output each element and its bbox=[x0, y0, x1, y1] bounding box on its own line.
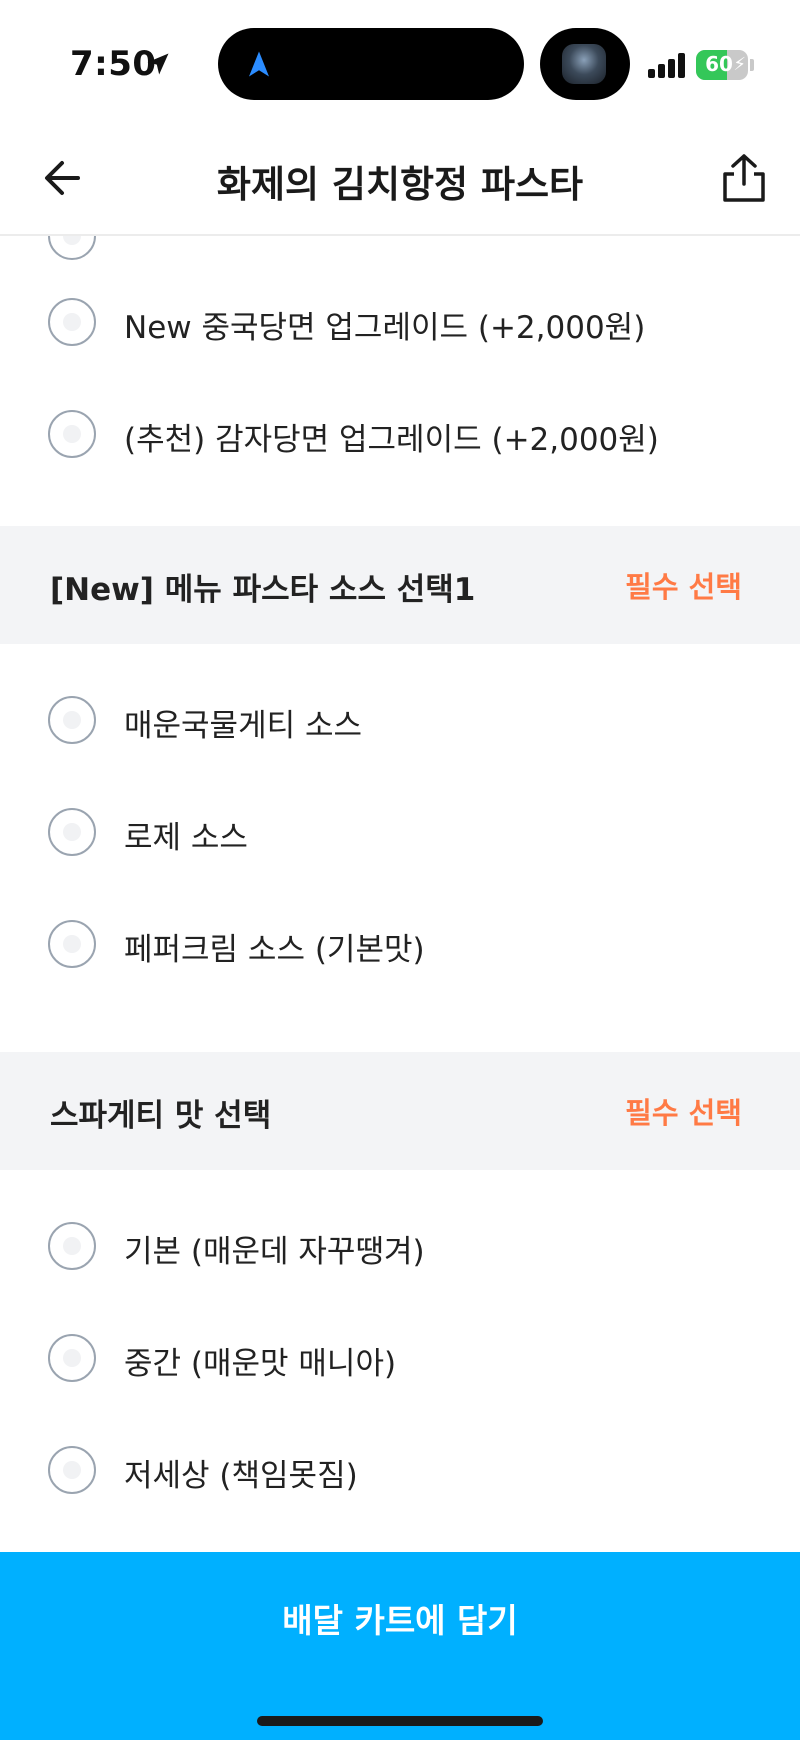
now-playing-pill bbox=[540, 28, 630, 100]
section-title: [New] 메뉴 파스타 소스 선택1 bbox=[50, 572, 476, 608]
radio-button[interactable] bbox=[48, 410, 96, 458]
section-title: 스파게티 맛 선택 bbox=[50, 1098, 272, 1134]
option-label: 페퍼크림 소스 (기본맛) bbox=[124, 932, 425, 968]
radio-button[interactable] bbox=[48, 808, 96, 856]
album-art-icon bbox=[562, 44, 606, 84]
section-header-spice: 스파게티 맛 선택 필수 선택 bbox=[0, 1052, 800, 1170]
option-row[interactable]: New 중국당면 업그레이드 (+2,000원) bbox=[0, 258, 800, 370]
battery-icon: 60 ⚡ bbox=[696, 50, 748, 80]
option-label: 매운국물게티 소스 bbox=[124, 708, 363, 744]
option-row[interactable]: 기본 (매운데 자꾸땡겨) bbox=[0, 1192, 800, 1304]
option-label: (추천) 감자당면 업그레이드 (+2,000원) bbox=[124, 422, 659, 458]
radio-button[interactable] bbox=[48, 1334, 96, 1382]
radio-button[interactable] bbox=[48, 1222, 96, 1270]
share-icon[interactable] bbox=[716, 150, 772, 206]
radio-button[interactable] bbox=[48, 236, 96, 260]
navigation-icon bbox=[249, 51, 269, 77]
option-row[interactable]: 로제 소스 bbox=[0, 778, 800, 890]
radio-button[interactable] bbox=[48, 920, 96, 968]
radio-button[interactable] bbox=[48, 298, 96, 346]
home-indicator bbox=[257, 1716, 543, 1726]
battery-cap bbox=[750, 59, 754, 71]
radio-button[interactable] bbox=[48, 1446, 96, 1494]
section-header-sauce: [New] 메뉴 파스타 소스 선택1 필수 선택 bbox=[0, 526, 800, 644]
option-label: 저세상 (책임못짐) bbox=[124, 1458, 358, 1494]
option-row[interactable]: 매운국물게티 소스 bbox=[0, 666, 800, 778]
options-scroll-area[interactable]: New 중국당면 업그레이드 (+2,000원) (추천) 감자당면 업그레이드… bbox=[0, 236, 800, 1552]
required-badge: 필수 선택 bbox=[625, 570, 742, 604]
dynamic-island bbox=[218, 28, 524, 100]
option-label: 중간 (매운맛 매니아) bbox=[124, 1346, 397, 1382]
back-arrow-icon[interactable] bbox=[38, 152, 90, 204]
option-row-cut-off[interactable] bbox=[0, 236, 800, 260]
page-title: 화제의 김치항정 파스타 bbox=[216, 163, 584, 206]
option-row[interactable]: 저세상 (책임못짐) bbox=[0, 1416, 800, 1528]
option-row[interactable]: 중간 (매운맛 매니아) bbox=[0, 1304, 800, 1416]
required-badge: 필수 선택 bbox=[625, 1096, 742, 1130]
nav-header: 화제의 김치항정 파스타 bbox=[0, 128, 800, 236]
status-bar: 7:50 60 ⚡ bbox=[0, 0, 800, 128]
option-label: 로제 소스 bbox=[124, 820, 248, 856]
option-label: New 중국당면 업그레이드 (+2,000원) bbox=[124, 310, 646, 346]
charging-bolt-icon: ⚡ bbox=[733, 54, 746, 75]
cellular-signal-icon bbox=[648, 52, 688, 78]
radio-button[interactable] bbox=[48, 696, 96, 744]
add-to-cart-button[interactable]: 배달 카트에 담기 bbox=[0, 1552, 800, 1740]
option-row[interactable]: 페퍼크림 소스 (기본맛) bbox=[0, 890, 800, 1002]
add-to-cart-label: 배달 카트에 담기 bbox=[282, 1601, 518, 1640]
option-label: 기본 (매운데 자꾸땡겨) bbox=[124, 1234, 425, 1270]
option-row[interactable]: (추천) 감자당면 업그레이드 (+2,000원) bbox=[0, 370, 800, 482]
location-arrow-icon bbox=[147, 53, 169, 75]
